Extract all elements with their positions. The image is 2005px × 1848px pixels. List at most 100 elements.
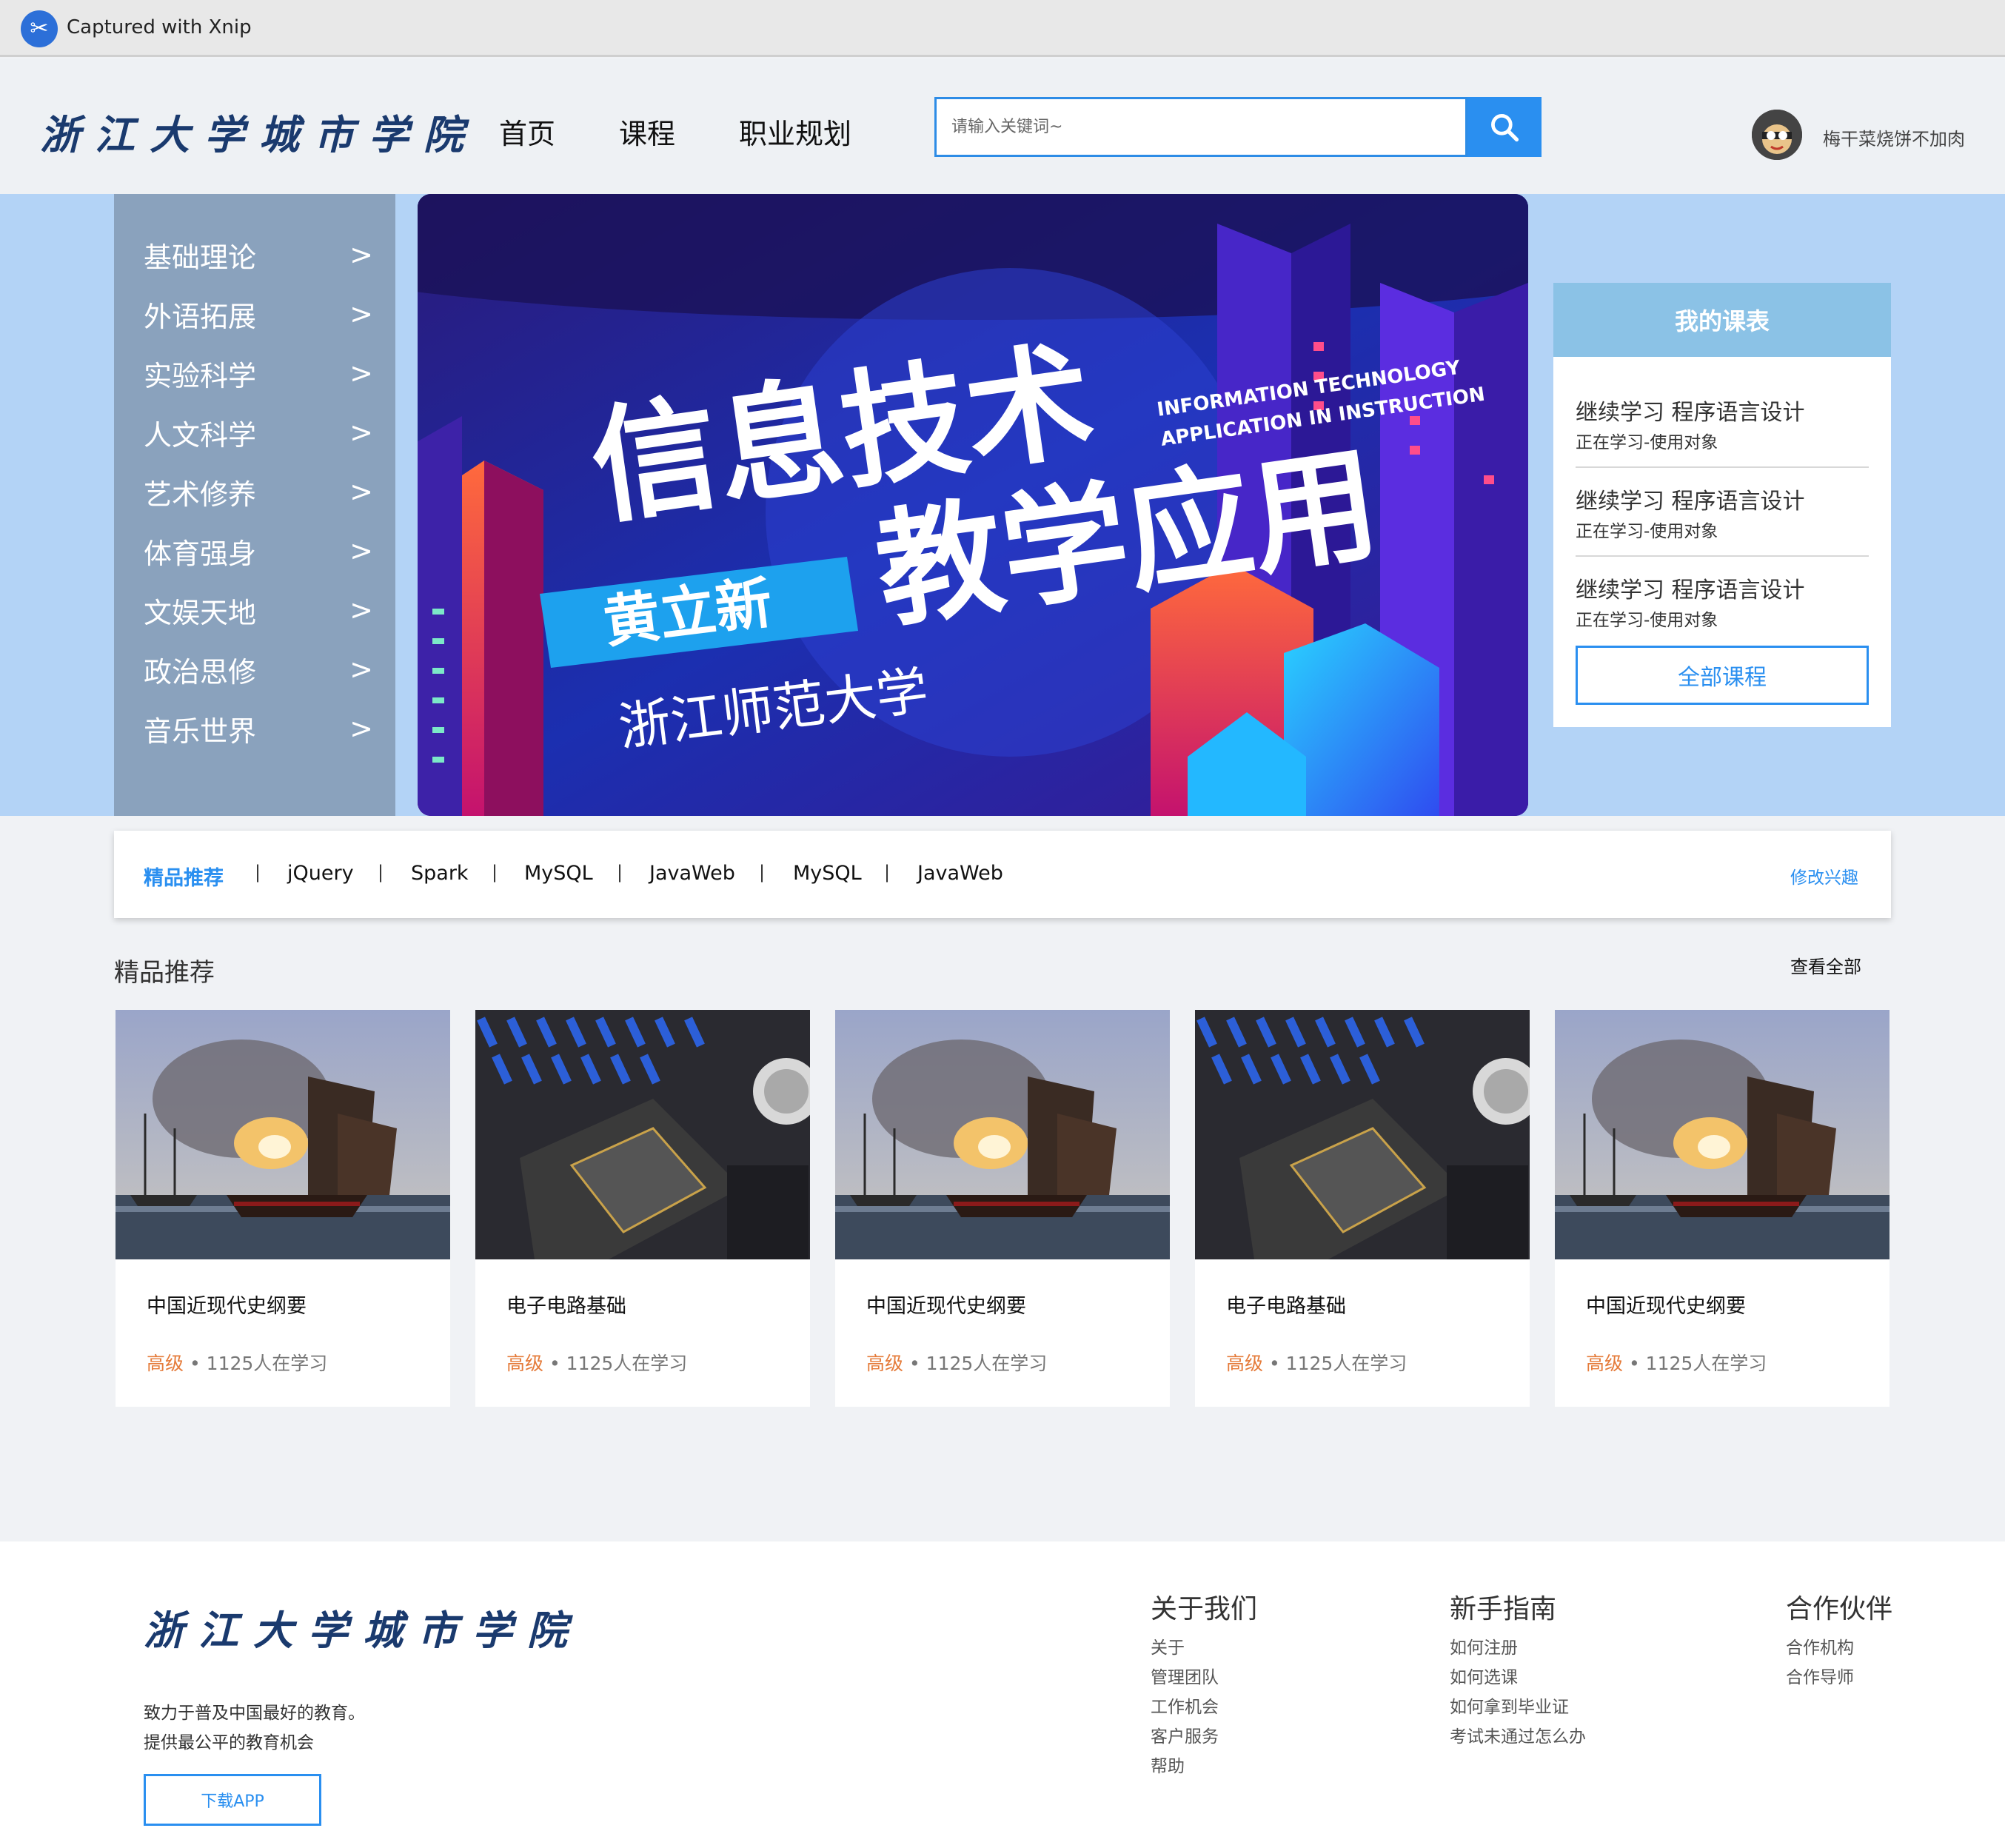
category-item[interactable]: 文娱天地 > [144,580,373,640]
nav-career[interactable]: 职业规划 [739,111,851,152]
tab-javaweb[interactable]: JavaWeb [649,862,735,885]
course-card[interactable]: 中国近现代史纲要 高级 • 1125人在学习 [835,1010,1170,1407]
course-learners: 1125人在学习 [1285,1353,1407,1374]
download-app-button[interactable]: 下载APP [144,1774,321,1826]
footer-desc-line1: 致力于普及中国最好的教育。 [144,1704,365,1723]
capture-bar [0,0,2005,57]
course-card[interactable]: 电子电路基础 高级 • 1125人在学习 [475,1010,810,1407]
course-meta: 高级 • 1125人在学习 [866,1349,1047,1376]
meta-dot: • [549,1353,560,1374]
tab-jquery[interactable]: jQuery [287,862,354,885]
chevron-right-icon: > [349,712,373,745]
schedule-item[interactable]: 继续学习 程序语言设计 正在学习-使用对象 [1576,468,1869,557]
category-label: 政治思修 [144,655,257,689]
category-label: 文娱天地 [144,596,257,629]
course-thumbnail [116,1010,450,1259]
search-button[interactable] [1467,97,1542,157]
course-thumbnail [475,1010,810,1259]
tab-separator: | [492,862,498,883]
footer-link[interactable]: 如何拿到毕业证 [1450,1693,1569,1718]
footer-desc-line2: 提供最公平的教育机会 [144,1733,314,1752]
tab-separator: | [378,862,384,883]
capture-label: Captured with Xnip [67,16,252,38]
course-thumbnail [835,1010,1170,1259]
category-item[interactable]: 政治思修 > [144,640,373,699]
course-meta: 高级 • 1125人在学习 [1586,1349,1767,1376]
username[interactable]: 梅干菜烧饼不加肉 [1823,124,1965,150]
category-item[interactable]: 基础理论 > [144,225,373,284]
meta-dot: • [189,1353,201,1374]
footer-link[interactable]: 如何注册 [1450,1633,1518,1658]
category-item[interactable]: 人文科学 > [144,403,373,462]
hero-banner[interactable]: 信息技术 教学应用 INFORMATION TECHNOLOGY APPLICA… [418,194,1528,816]
category-label: 人文科学 [144,418,257,452]
course-title: 电子电路基础 [1226,1295,1346,1318]
tab-separator: | [255,862,261,883]
chevron-right-icon: > [349,298,373,330]
category-item[interactable]: 实验科学 > [144,344,373,403]
course-card[interactable]: 电子电路基础 高级 • 1125人在学习 [1195,1010,1530,1407]
chevron-right-icon: > [349,238,373,271]
footer-link[interactable]: 合作导师 [1786,1663,1854,1688]
all-courses-button[interactable]: 全部课程 [1576,646,1869,705]
schedule-item-title: 继续学习 程序语言设计 [1576,489,1805,515]
section-title: 精品推荐 [114,958,215,988]
course-meta: 高级 • 1125人在学习 [506,1349,687,1376]
course-card[interactable]: 中国近现代史纲要 高级 • 1125人在学习 [1555,1010,1889,1407]
tab-mysql[interactable]: MySQL [524,862,593,885]
category-item[interactable]: 艺术修养 > [144,462,373,521]
nav-home[interactable]: 首页 [499,111,555,152]
course-title: 电子电路基础 [506,1295,626,1318]
search-input[interactable] [937,99,1465,155]
course-title: 中国近现代史纲要 [866,1295,1026,1318]
tab-spark[interactable]: Spark [411,862,469,885]
footer-link[interactable]: 帮助 [1151,1752,1185,1777]
footer-link[interactable]: 关于 [1151,1633,1185,1658]
site-logo[interactable]: 浙江大学城市学院 [40,102,478,161]
nav-courses[interactable]: 课程 [619,111,675,152]
user-avatar[interactable] [1752,110,1802,160]
category-label: 艺术修养 [144,478,257,511]
footer-link[interactable]: 考试未通过怎么办 [1450,1722,1586,1747]
course-thumbnail [1555,1010,1889,1259]
course-learners: 1125人在学习 [925,1353,1048,1374]
meta-dot: • [1268,1353,1280,1374]
course-title: 中国近现代史纲要 [147,1295,307,1318]
category-label: 音乐世界 [144,714,257,748]
category-item[interactable]: 体育强身 > [144,521,373,580]
footer-link[interactable]: 客户服务 [1151,1722,1219,1747]
course-level: 高级 [1226,1353,1264,1374]
footer-link[interactable]: 工作机会 [1151,1693,1219,1718]
footer-link[interactable]: 如何选课 [1450,1663,1518,1688]
footer-link[interactable]: 合作机构 [1786,1633,1854,1658]
category-label: 实验科学 [144,359,257,392]
course-learners: 1125人在学习 [1645,1353,1767,1374]
search-icon [1491,113,1519,141]
edit-interests-link[interactable]: 修改兴趣 [1790,863,1858,888]
schedule-item[interactable]: 继续学习 程序语言设计 正在学习-使用对象 [1576,557,1869,646]
schedule-item-title: 继续学习 程序语言设计 [1576,400,1805,426]
tab-featured[interactable]: 精品推荐 [144,862,224,891]
schedule-item-sub: 正在学习-使用对象 [1576,433,1718,452]
chevron-right-icon: > [349,594,373,626]
schedule-title: 我的课表 [1553,283,1891,357]
course-thumbnail [1195,1010,1530,1259]
meta-dot: • [1628,1353,1640,1374]
course-meta: 高级 • 1125人在学习 [147,1349,327,1376]
footer-link[interactable]: 管理团队 [1151,1663,1219,1688]
category-item[interactable]: 音乐世界 > [144,699,373,758]
footer-col-partners-title: 合作伙伴 [1786,1594,1893,1624]
chevron-right-icon: > [349,357,373,389]
course-card[interactable]: 中国近现代史纲要 高级 • 1125人在学习 [116,1010,450,1407]
meta-dot: • [908,1353,920,1374]
schedule-item-sub: 正在学习-使用对象 [1576,611,1718,630]
course-title: 中国近现代史纲要 [1586,1295,1746,1318]
view-all-link[interactable]: 查看全部 [1790,952,1861,978]
footer-col-about-title: 关于我们 [1151,1594,1258,1624]
schedule-item[interactable]: 继续学习 程序语言设计 正在学习-使用对象 [1576,379,1869,468]
tab-javaweb[interactable]: JavaWeb [917,862,1003,885]
footer-logo: 浙江大学城市学院 [144,1607,582,1654]
course-level: 高级 [506,1353,544,1374]
category-item[interactable]: 外语拓展 > [144,284,373,344]
tab-mysql[interactable]: MySQL [793,862,862,885]
